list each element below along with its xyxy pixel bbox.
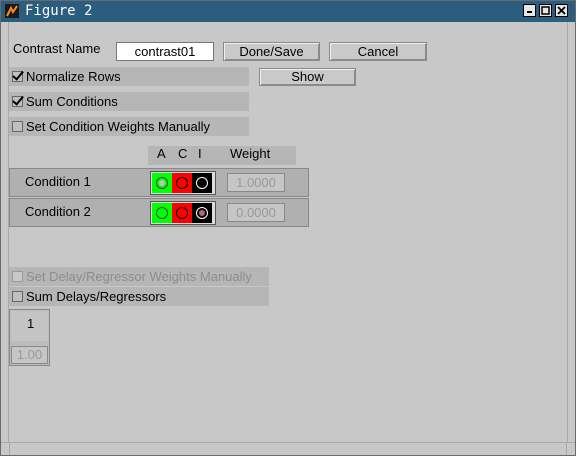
normalize-rows-checkbox[interactable] xyxy=(12,71,23,82)
condition-2-a-radio[interactable] xyxy=(156,207,168,219)
header-weight: Weight xyxy=(230,146,271,161)
left-border xyxy=(1,22,9,442)
condition-1-label: Condition 1 xyxy=(25,174,91,189)
condition-table-header xyxy=(148,146,296,165)
show-button[interactable]: Show xyxy=(259,68,356,86)
delay-header: 1 xyxy=(27,316,35,331)
condition-2-label: Condition 2 xyxy=(25,204,91,219)
condition-2-i-radio[interactable] xyxy=(196,207,208,219)
delay-weight: 1.00 xyxy=(11,346,48,364)
minimize-icon xyxy=(527,11,532,13)
set-condition-weights-label: Set Condition Weights Manually xyxy=(26,119,211,134)
condition-2-i-swatch[interactable] xyxy=(192,203,212,223)
contrast-name-label: Contrast Name xyxy=(13,41,101,56)
close-button[interactable] xyxy=(555,4,568,17)
matlab-logo-icon xyxy=(5,4,19,18)
sum-conditions-label: Sum Conditions xyxy=(26,94,118,109)
sum-delays-label: Sum Delays/Regressors xyxy=(26,289,167,304)
close-icon xyxy=(557,6,566,15)
condition-1-a-radio[interactable] xyxy=(156,177,168,189)
header-c: C xyxy=(178,146,188,161)
normalize-rows-label: Normalize Rows xyxy=(26,69,121,84)
title-bar[interactable]: Figure 2 xyxy=(1,1,575,22)
condition-1-c-radio[interactable] xyxy=(176,177,188,189)
bottom-border xyxy=(1,442,575,455)
condition-2-a-swatch[interactable] xyxy=(152,203,172,223)
minimize-button[interactable] xyxy=(523,4,536,17)
maximize-icon xyxy=(541,6,550,15)
condition-1-a-swatch[interactable] xyxy=(152,173,172,193)
set-delay-weights-label: Set Delay/Regressor Weights Manually xyxy=(26,269,252,284)
sum-delays-checkbox[interactable] xyxy=(12,291,23,302)
header-a: A xyxy=(157,146,166,161)
set-condition-weights-checkbox[interactable] xyxy=(12,121,23,132)
condition-1-weight: 1.0000 xyxy=(227,173,285,192)
header-i: I xyxy=(198,146,202,161)
condition-1-i-swatch[interactable] xyxy=(192,173,212,193)
cancel-button[interactable]: Cancel xyxy=(329,42,427,61)
maximize-button[interactable] xyxy=(539,4,552,17)
condition-1-c-swatch[interactable] xyxy=(172,173,192,193)
set-delay-weights-checkbox[interactable] xyxy=(12,271,23,282)
condition-2-c-swatch[interactable] xyxy=(172,203,192,223)
condition-2-weight: 0.0000 xyxy=(227,203,285,222)
contrast-name-input[interactable]: contrast01 xyxy=(116,42,214,61)
sum-conditions-checkbox[interactable] xyxy=(12,96,23,107)
condition-2-c-radio[interactable] xyxy=(176,207,188,219)
done-save-button[interactable]: Done/Save xyxy=(223,42,320,61)
window-title: Figure 2 xyxy=(25,3,93,19)
figure-window: Figure 2 Contrast Name contrast01 Done/S… xyxy=(0,0,576,456)
right-border xyxy=(567,22,575,442)
condition-1-i-radio[interactable] xyxy=(196,177,208,189)
